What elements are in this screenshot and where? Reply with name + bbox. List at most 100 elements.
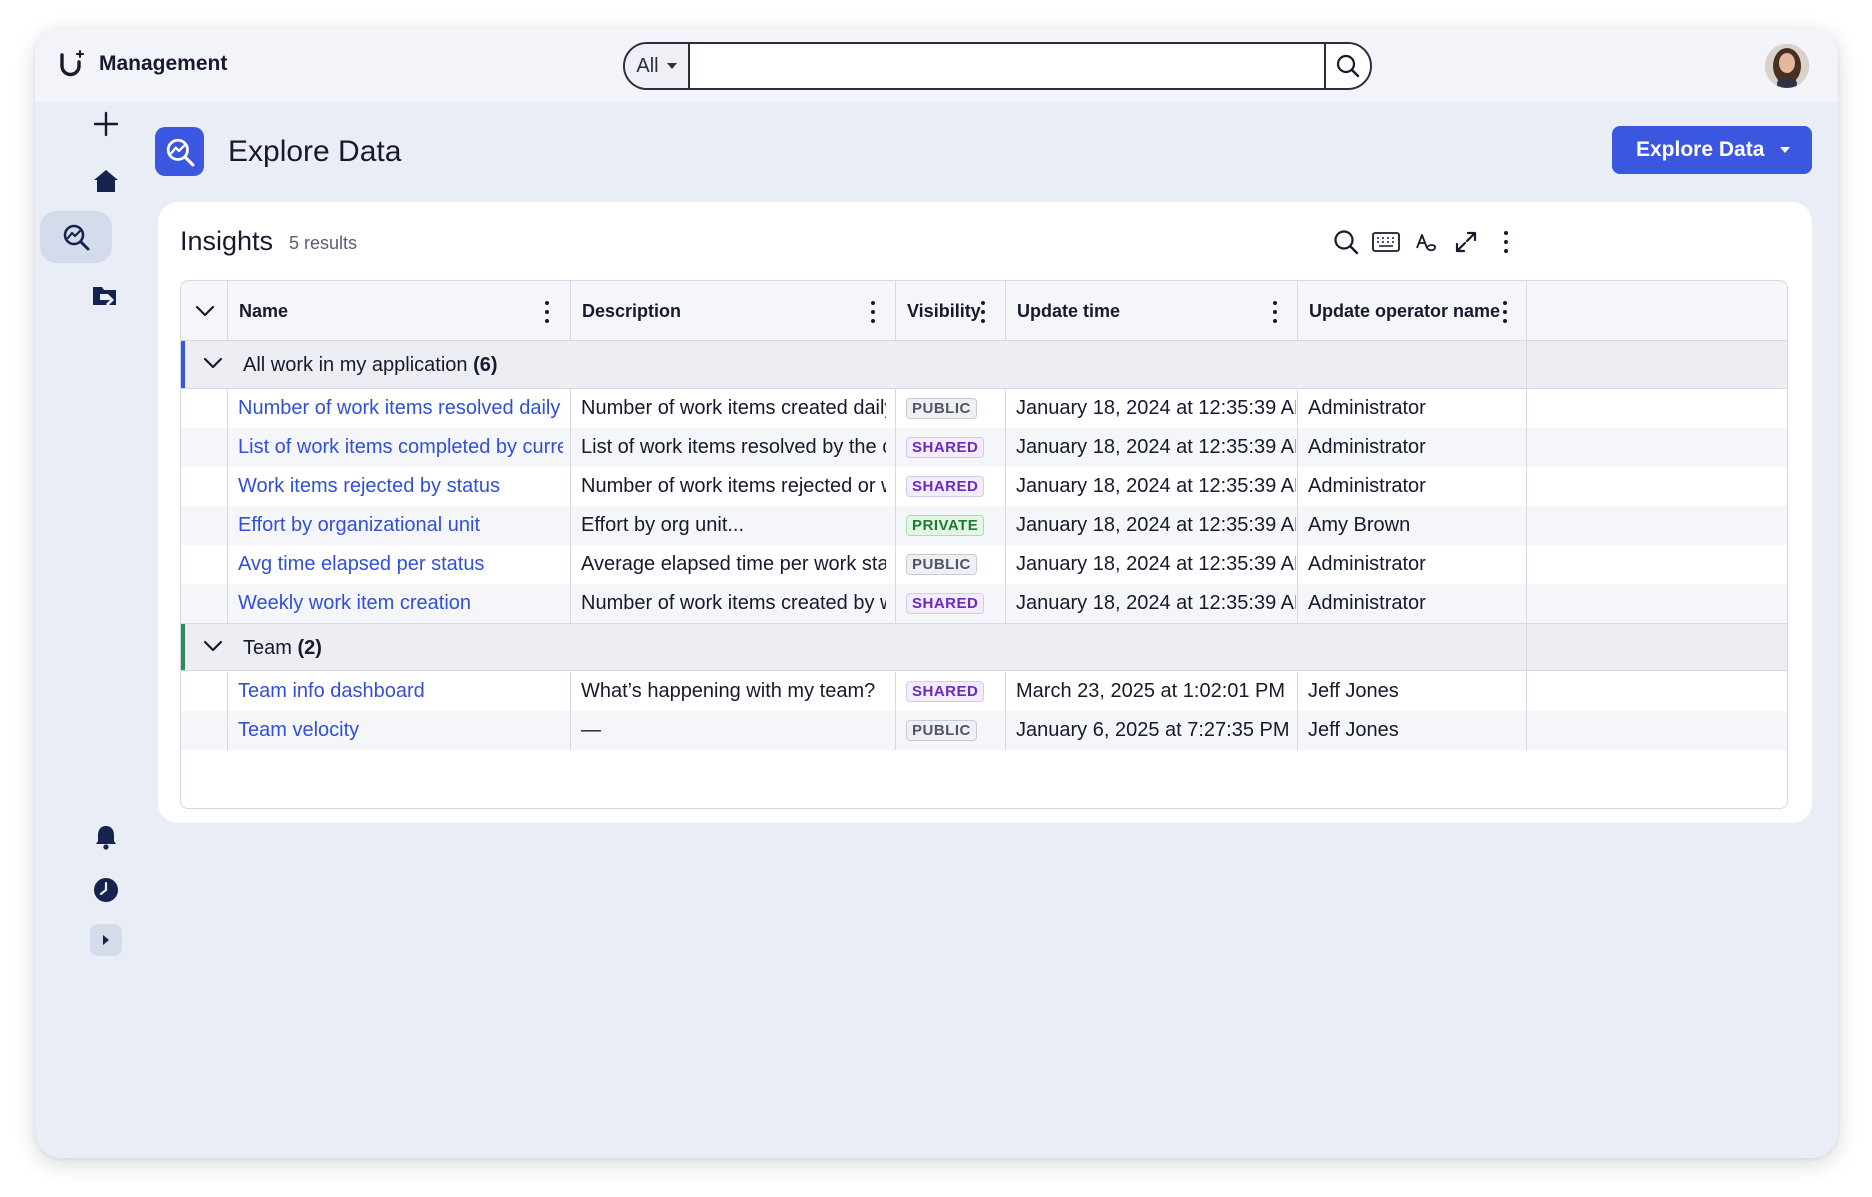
column-menu-update-time[interactable]: [1271, 301, 1279, 323]
visibility-badge: PUBLIC: [906, 554, 977, 575]
column-label: Description: [582, 300, 682, 321]
group-row[interactable]: All work in my application (6): [181, 341, 1787, 389]
expand-rail-button[interactable]: [90, 924, 122, 956]
update-time: March 23, 2025 at 1:02:01 PM: [1016, 680, 1286, 702]
insight-name-link[interactable]: Avg time elapsed per status: [238, 545, 563, 584]
text-size-icon: [1416, 234, 1436, 252]
column-divider: [1297, 389, 1298, 623]
insight-name-link[interactable]: Effort by organizational unit: [238, 506, 563, 545]
column-menu-visibility[interactable]: [979, 301, 987, 323]
insight-name-link[interactable]: Weekly work item creation: [238, 584, 563, 623]
create-button[interactable]: [70, 93, 142, 155]
column-divider: [1005, 389, 1006, 623]
insight-description: Effort by org unit...: [581, 514, 745, 536]
sidebar-item-files[interactable]: [70, 265, 142, 327]
visibility-badge: PUBLIC: [906, 720, 977, 741]
column-divider: [895, 389, 896, 623]
text-settings-button[interactable]: [1410, 226, 1442, 258]
group-label: Team (2): [243, 637, 322, 660]
folder-icon: [93, 287, 116, 306]
column-header-description[interactable]: Description: [570, 281, 895, 341]
table-row: Work items rejected by status Number of …: [181, 467, 1787, 506]
collapse-all-toggle[interactable]: [181, 281, 227, 341]
insight-name-link[interactable]: Team info dashboard: [238, 672, 563, 711]
column-menu-operator[interactable]: [1501, 301, 1509, 323]
group-count: (6): [473, 354, 498, 376]
bell-icon: [96, 826, 116, 850]
update-time: January 6, 2025 at 7:27:35 PM: [1016, 719, 1290, 741]
update-time: January 18, 2024 at 12:35:39 AM: [1016, 397, 1296, 419]
keyboard-shortcuts-button[interactable]: [1370, 226, 1402, 258]
chevron-down-icon[interactable]: [203, 640, 223, 652]
visibility-badge: SHARED: [906, 593, 985, 614]
table-row: Team info dashboard What’s happening wit…: [181, 672, 1787, 711]
table-row: Team velocity — PUBLIC January 6, 2025 a…: [181, 711, 1787, 750]
table-row: Avg time elapsed per status Average elap…: [181, 545, 1787, 584]
insights-title: Insights: [180, 226, 274, 256]
insight-name-link[interactable]: Work items rejected by status: [238, 467, 563, 506]
search-scope-select[interactable]: All: [625, 44, 690, 88]
operator-name: Administrator: [1308, 592, 1426, 614]
visibility-badge: PUBLIC: [906, 398, 977, 419]
column-divider: [227, 672, 228, 750]
keyboard-icon: [1372, 232, 1400, 252]
column-header-visibility[interactable]: Visibility: [895, 281, 1005, 341]
search-button[interactable]: [1324, 44, 1370, 88]
operator-name: Administrator: [1308, 553, 1426, 575]
group-row[interactable]: Team (2): [181, 623, 1787, 671]
sidebar-item-explore[interactable]: [40, 211, 112, 263]
insight-description: What’s happening with my team?: [581, 680, 876, 702]
column-header-operator[interactable]: Update operator name: [1297, 281, 1527, 341]
column-divider: [227, 389, 228, 623]
insight-description: Number of work items created daily...: [581, 397, 886, 419]
column-header-name[interactable]: Name: [227, 281, 570, 341]
page-icon: [155, 127, 204, 176]
group-color-bar: [181, 341, 185, 388]
explore-data-icon: [166, 138, 194, 166]
column-divider: [570, 281, 571, 341]
update-time: January 18, 2024 at 12:35:39 AM: [1016, 553, 1296, 575]
operator-name: Administrator: [1308, 397, 1426, 419]
column-label: Update operator name: [1309, 300, 1501, 321]
explore-data-button[interactable]: Explore Data: [1612, 126, 1812, 174]
column-header-update-time[interactable]: Update time: [1005, 281, 1297, 341]
column-menu-name[interactable]: [543, 301, 551, 323]
insight-name-link[interactable]: List of work items completed by curre...: [238, 428, 563, 467]
table-header: Name Description Visibility Update time …: [181, 281, 1787, 341]
update-time: January 18, 2024 at 12:35:39 AM: [1016, 436, 1296, 458]
search-icon: [1334, 230, 1359, 255]
group-color-bar: [181, 624, 185, 670]
plus-icon: [93, 111, 119, 137]
column-divider: [227, 281, 228, 341]
column-label: Update time: [1017, 300, 1121, 321]
group-label: All work in my application (6): [243, 354, 498, 377]
recent-button[interactable]: [70, 859, 142, 921]
operator-name: Administrator: [1308, 436, 1426, 458]
home-icon: [94, 170, 118, 192]
results-count: 5 results: [289, 233, 358, 253]
brand[interactable]: Management: [57, 48, 227, 80]
chevron-down-icon: [195, 305, 215, 317]
more-options-button[interactable]: [1490, 226, 1522, 258]
caret-down-icon: [1780, 147, 1790, 153]
sidebar-item-home[interactable]: [70, 150, 142, 212]
column-label: Name: [239, 300, 289, 321]
column-divider: [570, 672, 571, 750]
app-name: Management: [99, 52, 228, 75]
insight-name-link[interactable]: Team velocity: [238, 711, 563, 750]
user-avatar[interactable]: [1765, 44, 1809, 88]
column-label: Visibility: [907, 300, 981, 321]
operator-name: Amy Brown: [1308, 514, 1411, 536]
operator-name: Jeff Jones: [1308, 680, 1399, 702]
insight-name-link[interactable]: Number of work items resolved daily: [238, 389, 563, 428]
search-input[interactable]: [690, 44, 1324, 88]
group-name: Team: [243, 637, 292, 659]
chevron-down-icon[interactable]: [203, 357, 223, 369]
search-bar: All: [623, 42, 1372, 90]
expand-rail-icon: [103, 935, 109, 945]
app-window: Management All Explore Data Explore Data…: [35, 28, 1838, 1158]
column-menu-description[interactable]: [869, 301, 877, 323]
table-search-button[interactable]: [1330, 226, 1362, 258]
fullscreen-button[interactable]: [1450, 226, 1482, 258]
visibility-badge: SHARED: [906, 476, 985, 497]
